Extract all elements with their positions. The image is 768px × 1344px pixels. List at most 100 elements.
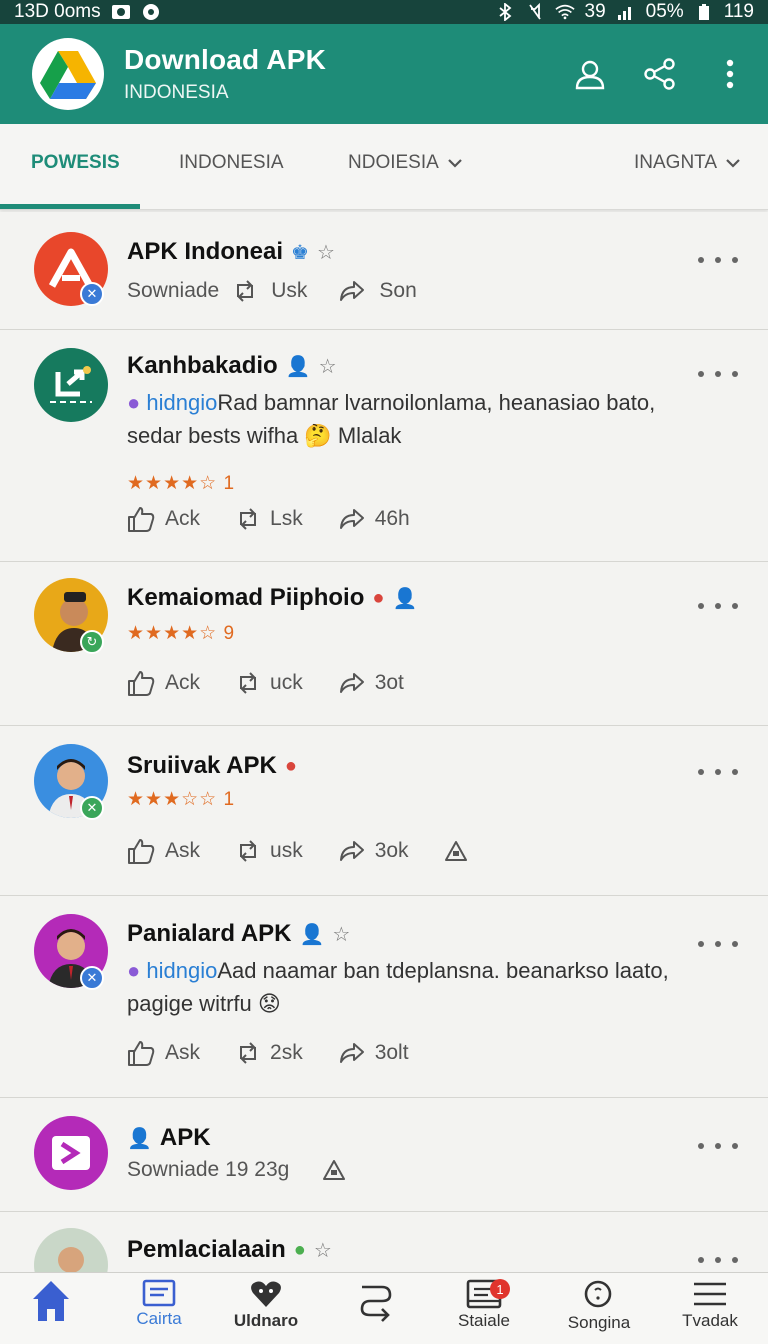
nav-songina[interactable]: Songina <box>549 1279 649 1333</box>
star-outline-icon[interactable]: ☆ <box>314 1238 332 1263</box>
list-item[interactable]: ✕ APK Indoneai ♚ ☆ Sowniade Usk Son <box>0 212 768 330</box>
tab-indonesia[interactable]: INDONESIA <box>179 152 284 174</box>
post-title: Panialard APK <box>127 920 292 947</box>
star-outline-icon[interactable]: ☆ <box>317 240 335 265</box>
repost-icon <box>240 672 257 694</box>
star-outline-icon[interactable]: ☆ <box>332 922 350 947</box>
menu-icon <box>694 1282 726 1306</box>
avatar[interactable] <box>34 348 108 422</box>
repost-icon <box>240 508 257 530</box>
rating-count: 9 <box>223 623 236 644</box>
more-options-icon[interactable] <box>698 364 738 384</box>
pin-badge-icon: ● <box>284 754 297 777</box>
share-button[interactable]: 46h <box>339 507 410 531</box>
more-options-icon[interactable] <box>698 1136 738 1156</box>
repost-icon[interactable] <box>233 280 257 302</box>
more-options-icon[interactable] <box>698 250 738 270</box>
nav-label: Staiale <box>458 1311 510 1330</box>
report-button[interactable] <box>444 840 467 862</box>
share-button[interactable]: 3ot <box>339 671 404 695</box>
share-arrow-icon[interactable] <box>339 280 365 302</box>
thumbs-up-icon <box>128 839 155 864</box>
post-title-row: Kanhbakadio 👤 ☆ <box>127 352 337 380</box>
share-label: 3ot <box>374 671 404 694</box>
repost-button[interactable]: Lsk <box>236 507 303 531</box>
list-item[interactable]: Kanhbakadio 👤 ☆ ● hidngioRad bamnar lvar… <box>0 330 768 562</box>
list-item[interactable]: ✕ Sruiivak APK ● ★★★☆☆ 1 Ask usk 3ok <box>0 726 768 896</box>
nav-tvadak[interactable]: Tvadak <box>660 1279 760 1331</box>
like-button[interactable]: Ask <box>127 1040 200 1066</box>
more-options-icon[interactable] <box>698 596 738 616</box>
thinking-emoji-icon: 🤔 <box>304 423 332 448</box>
tab-inagnta[interactable]: INAGNTA <box>634 152 741 174</box>
crown-badge-icon: ♚ <box>291 241 309 264</box>
tag-icon: ● <box>127 390 141 415</box>
more-vert-icon[interactable] <box>712 56 748 92</box>
tab-label: INDONESIA <box>179 152 284 173</box>
chevron-down-icon <box>448 159 462 168</box>
rating-stars: ★★★★☆ 9 <box>127 623 236 644</box>
post-title: APK <box>159 1124 211 1151</box>
bottom-nav: Cairta Uldnaro 1 Staiale Songina Tvadak <box>0 1272 768 1344</box>
post-tag[interactable]: hidngio <box>146 390 217 415</box>
avatar[interactable] <box>34 1228 108 1272</box>
home-icon <box>33 1281 69 1321</box>
share-button[interactable]: 3ok <box>339 839 409 863</box>
list-item[interactable]: 👤 APK Sowniade 19 23g <box>0 1098 768 1212</box>
nav-cairta[interactable]: Cairta <box>109 1279 209 1329</box>
share-button[interactable]: 3olt <box>339 1041 409 1065</box>
thumbs-up-icon <box>128 671 155 696</box>
lock-warning-icon[interactable] <box>323 1159 346 1181</box>
post-meta: Sowniade Usk Son <box>127 279 417 303</box>
list-item[interactable]: ✕ Panialard APK 👤 ☆ ● hidngioAad naamar … <box>0 896 768 1098</box>
more-options-icon[interactable] <box>698 1250 738 1270</box>
repost-button[interactable]: uck <box>236 671 303 695</box>
nav-home[interactable] <box>1 1279 101 1325</box>
more-options-icon[interactable] <box>698 934 738 954</box>
share-arrow-icon <box>339 841 364 861</box>
like-button[interactable]: Ask <box>127 838 200 864</box>
post-actions: Ack uck 3ot <box>127 670 440 696</box>
more-options-icon[interactable] <box>698 762 738 782</box>
verified-badge-icon: ↻ <box>80 630 104 654</box>
record-icon <box>141 3 161 21</box>
app-logo[interactable] <box>32 38 104 110</box>
app-title: Download APK <box>124 44 327 75</box>
avatar[interactable] <box>34 1116 108 1190</box>
post-title-row: APK Indoneai ♚ ☆ <box>127 238 335 266</box>
nav-uldnaro[interactable]: Uldnaro <box>216 1279 316 1331</box>
list-item[interactable]: Pemlacialaain ● ☆ <box>0 1212 768 1272</box>
tab-powesis[interactable]: POWESIS <box>31 152 120 174</box>
share-label: 46h <box>374 507 410 530</box>
share-label: 3olt <box>374 1041 409 1064</box>
search-icon <box>584 1280 612 1308</box>
like-button[interactable]: Ack <box>127 670 200 696</box>
repost-button[interactable]: usk <box>236 839 303 863</box>
share-arrow-icon <box>339 673 364 693</box>
post-tag[interactable]: hidngio <box>146 958 217 983</box>
nav-route[interactable] <box>326 1279 426 1329</box>
leaf-badge-icon: ● <box>293 1238 306 1261</box>
rating-stars: ★★★★☆ 1 <box>127 473 236 494</box>
battery-icon <box>694 3 714 21</box>
star-outline-icon[interactable]: ☆ <box>319 354 337 379</box>
card-icon <box>142 1279 176 1307</box>
nav-label: Cairta <box>136 1309 182 1328</box>
feed-list: ✕ APK Indoneai ♚ ☆ Sowniade Usk Son Kanh… <box>0 212 768 1272</box>
active-tab-indicator <box>0 204 140 209</box>
tab-ndoiesia[interactable]: NDOIESIA <box>348 152 463 174</box>
share-icon[interactable] <box>642 56 678 92</box>
nav-staiale[interactable]: 1 Staiale <box>434 1279 534 1331</box>
app-subtitle: INDONESIA <box>124 82 229 103</box>
post-actions: Ask 2sk 3olt <box>127 1040 445 1066</box>
repost-button[interactable]: 2sk <box>236 1041 303 1065</box>
list-item[interactable]: ↻ Kemaiomad Piiphoio ● 👤 ★★★★☆ 9 Ack uck… <box>0 562 768 726</box>
rating-count: 1 <box>223 473 236 494</box>
nav-label: Uldnaro <box>233 1311 299 1330</box>
pin-badge-icon: ● <box>372 586 385 609</box>
profile-icon[interactable] <box>572 56 608 92</box>
post-title: Kemaiomad Piiphoio <box>127 584 365 611</box>
post-title: APK Indoneai <box>127 238 284 265</box>
nav-label: Tvadak <box>682 1311 738 1330</box>
like-button[interactable]: Ack <box>127 506 200 532</box>
